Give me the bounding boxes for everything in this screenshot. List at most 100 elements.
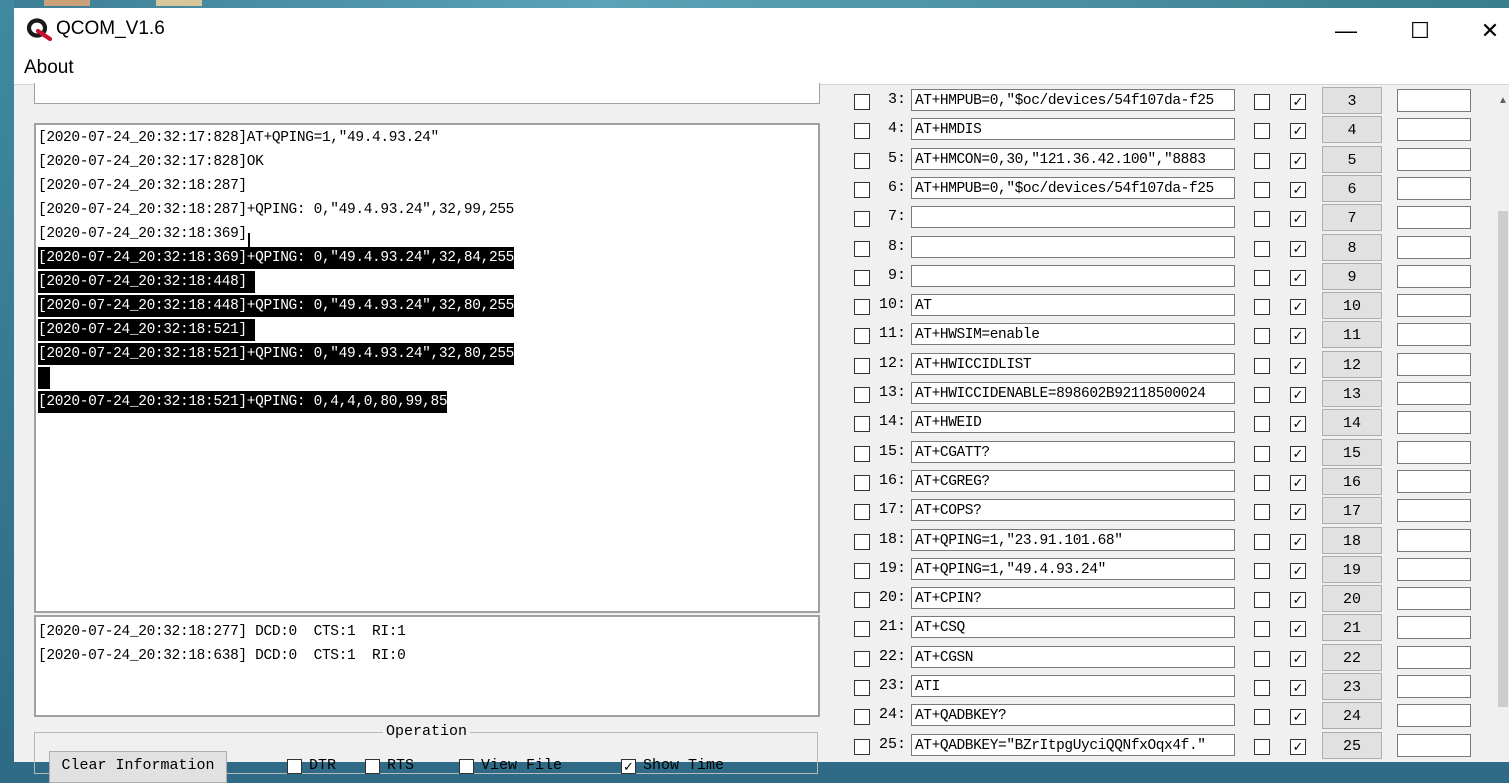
append-newline-checkbox[interactable]: ✓ [1290,94,1306,110]
delay-input[interactable] [1397,499,1471,523]
row-select-checkbox[interactable] [854,123,870,140]
send-command-button[interactable]: 22 [1322,643,1382,671]
send-command-button[interactable]: 10 [1322,292,1382,320]
command-input[interactable]: AT+CPIN? [911,587,1235,610]
row-select-checkbox[interactable] [854,680,870,696]
row-select-checkbox[interactable] [854,211,870,228]
send-command-button[interactable]: 23 [1322,673,1382,700]
hex-checkbox[interactable] [1254,474,1270,491]
row-select-checkbox[interactable] [854,94,870,110]
append-newline-checkbox[interactable]: ✓ [1290,211,1306,228]
send-command-button[interactable]: 7 [1322,204,1382,232]
hex-checkbox[interactable] [1254,416,1270,433]
delay-input[interactable] [1397,382,1471,405]
send-command-button[interactable]: 19 [1322,555,1382,583]
command-input[interactable]: AT+QADBKEY="BZrItpgUyciQQNfxOqx4f." [911,733,1235,756]
vertical-scrollbar[interactable]: ▲ [1497,85,1509,762]
send-command-button[interactable]: 25 [1322,731,1382,759]
hex-checkbox[interactable] [1254,181,1270,198]
send-command-button[interactable]: 4 [1322,116,1382,144]
hex-checkbox[interactable] [1254,387,1270,403]
delay-input[interactable] [1397,264,1471,288]
delay-input[interactable] [1397,528,1471,552]
row-select-checkbox[interactable] [854,533,870,550]
rts-checkbox[interactable] [365,759,380,774]
command-input[interactable] [911,206,1235,229]
hex-checkbox[interactable] [1254,269,1270,286]
append-newline-checkbox[interactable]: ✓ [1290,240,1306,257]
send-command-button[interactable]: 20 [1322,585,1382,613]
append-newline-checkbox[interactable]: ✓ [1290,181,1306,198]
hex-checkbox[interactable] [1254,650,1270,667]
hex-checkbox[interactable] [1254,592,1270,609]
delay-input[interactable] [1397,645,1471,669]
append-newline-checkbox[interactable]: ✓ [1290,738,1306,755]
append-newline-checkbox[interactable]: ✓ [1290,328,1306,345]
delay-input[interactable] [1397,616,1471,640]
command-input[interactable]: ATI [911,675,1235,697]
close-button[interactable]: ✕ [1468,14,1509,48]
append-newline-checkbox[interactable]: ✓ [1290,680,1306,696]
row-select-checkbox[interactable] [854,269,870,286]
receive-log[interactable]: [2020-07-24_20:32:17:828]AT+QPING=1,"49.… [34,123,820,613]
delay-input[interactable] [1397,235,1471,259]
delay-input[interactable] [1397,440,1471,464]
row-select-checkbox[interactable] [854,240,870,257]
command-input[interactable] [911,264,1235,287]
row-select-checkbox[interactable] [854,181,870,198]
delay-input[interactable] [1397,176,1471,200]
row-select-checkbox[interactable] [854,474,870,491]
command-input[interactable]: AT+HMPUB=0,"$oc/devices/54f107da-f25 [911,89,1235,111]
append-newline-checkbox[interactable]: ✓ [1290,269,1306,286]
delay-input[interactable] [1397,411,1471,435]
delay-input[interactable] [1397,89,1471,112]
append-newline-checkbox[interactable]: ✓ [1290,621,1306,638]
hex-checkbox[interactable] [1254,562,1270,579]
command-input[interactable]: AT+QPING=1,"23.91.101.68" [911,528,1235,551]
command-input[interactable]: AT+HMPUB=0,"$oc/devices/54f107da-f25 [911,176,1235,199]
row-select-checkbox[interactable] [854,650,870,667]
row-select-checkbox[interactable] [854,738,870,755]
hex-checkbox[interactable] [1254,357,1270,374]
hex-checkbox[interactable] [1254,504,1270,521]
row-select-checkbox[interactable] [854,621,870,638]
command-input[interactable]: AT+CGATT? [911,440,1235,463]
delay-input[interactable] [1397,323,1471,347]
hex-checkbox[interactable] [1254,123,1270,140]
status-log[interactable]: [2020-07-24_20:32:18:277] DCD:0 CTS:1 RI… [34,615,820,717]
command-input[interactable]: AT+HWSIM=enable [911,323,1235,346]
send-command-button[interactable]: 17 [1322,497,1382,525]
hex-checkbox[interactable] [1254,211,1270,228]
delay-input[interactable] [1397,704,1471,728]
append-newline-checkbox[interactable]: ✓ [1290,504,1306,521]
row-select-checkbox[interactable] [854,299,870,316]
command-input[interactable]: AT+HWICCIDLIST [911,352,1235,375]
append-newline-checkbox[interactable]: ✓ [1290,152,1306,169]
send-command-button[interactable]: 9 [1322,262,1382,290]
send-command-button[interactable]: 12 [1322,350,1382,378]
delay-input[interactable] [1397,206,1471,230]
delay-input[interactable] [1397,352,1471,376]
row-select-checkbox[interactable] [854,504,870,521]
command-input[interactable]: AT+CSQ [911,616,1235,639]
row-select-checkbox[interactable] [854,416,870,433]
command-input[interactable]: AT [911,294,1235,317]
scroll-up-arrow-icon[interactable]: ▲ [1498,95,1508,107]
delay-input[interactable] [1397,587,1471,611]
hex-checkbox[interactable] [1254,152,1270,169]
command-input[interactable] [911,235,1235,258]
append-newline-checkbox[interactable]: ✓ [1290,416,1306,433]
append-newline-checkbox[interactable]: ✓ [1290,123,1306,140]
append-newline-checkbox[interactable]: ✓ [1290,474,1306,491]
delay-input[interactable] [1397,147,1471,171]
hex-checkbox[interactable] [1254,240,1270,257]
command-input[interactable]: AT+CGSN [911,645,1235,668]
show-time-checkbox[interactable]: ✓ [621,759,636,774]
hex-checkbox[interactable] [1254,621,1270,638]
row-select-checkbox[interactable] [854,328,870,345]
delay-input[interactable] [1397,733,1471,757]
delay-input[interactable] [1397,557,1471,581]
send-command-button[interactable]: 21 [1322,614,1382,642]
append-newline-checkbox[interactable]: ✓ [1290,445,1306,462]
hex-checkbox[interactable] [1254,94,1270,110]
